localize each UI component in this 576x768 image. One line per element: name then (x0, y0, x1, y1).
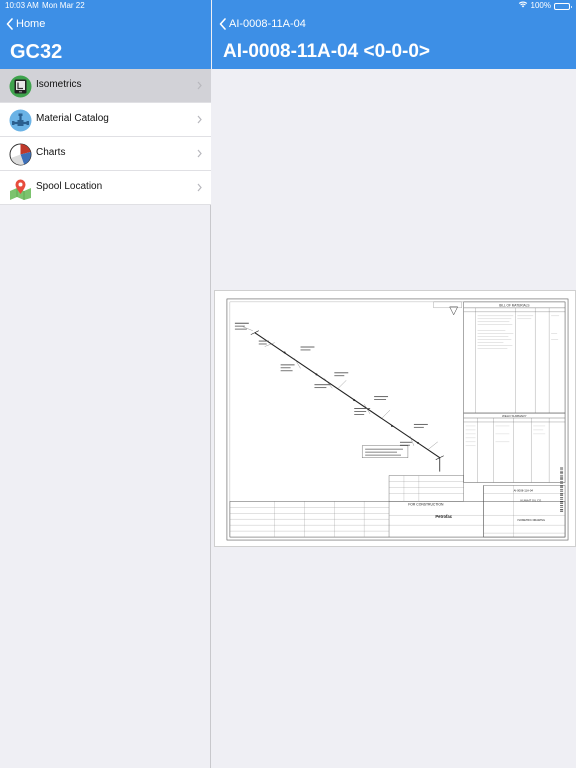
menu-item-charts[interactable]: Charts (0, 137, 211, 171)
menu-item-label: Material Catalog (36, 113, 109, 124)
detail-title: AI-0008-11A-04 <0-0-0> (223, 41, 431, 62)
wifi-icon (518, 0, 528, 12)
line-back-button[interactable]: AI-0008-11A-04 (219, 18, 306, 30)
line-back-label: AI-0008-11A-04 (229, 18, 306, 30)
weld-summary-title: WELD SUMMARY (502, 414, 527, 418)
menu-item-material-catalog[interactable]: Material Catalog (0, 103, 211, 137)
master-pane: Home GC32 Isometrics Material Catalog Ch… (0, 0, 211, 768)
home-back-button[interactable]: Home (6, 18, 45, 30)
isometric-drawing[interactable]: BILL OF MATERIALS WELD SUMMARY FOR CONST… (214, 290, 576, 547)
status-right: 100% (518, 0, 572, 12)
drawing-line-no: AI-0008-11A-04 (514, 488, 534, 492)
chevron-left-icon (219, 18, 226, 30)
chevron-right-icon (197, 81, 202, 90)
bom-title: BILL OF MATERIALS (499, 303, 529, 307)
chevron-right-icon (197, 183, 202, 192)
construction-stamp: FOR CONSTRUCTION (408, 502, 444, 506)
home-back-label: Home (16, 18, 46, 30)
company-logo-text: Petrofac (435, 514, 452, 519)
battery-icon (554, 2, 572, 10)
menu-item-label: Isometrics (36, 79, 82, 90)
menu-item-isometrics[interactable]: Isometrics (0, 69, 211, 103)
status-bar: 10:03 AM Mon Mar 22 100% (0, 0, 576, 12)
menu-item-label: Charts (36, 147, 66, 158)
battery-percent: 100% (530, 1, 551, 10)
map-pin-icon (9, 177, 32, 200)
chevron-right-icon (197, 149, 202, 158)
status-time: 10:03 AM (5, 1, 39, 10)
material-catalog-icon (9, 109, 32, 132)
menu-item-label: Spool Location (36, 181, 103, 192)
owner-name: KUWAIT OIL CO. (521, 498, 543, 502)
master-title: GC32 (10, 41, 63, 63)
chevron-right-icon (197, 115, 202, 124)
pie-chart-icon (9, 143, 32, 166)
status-date: Mon Mar 22 (42, 1, 85, 10)
isometrics-icon (9, 75, 32, 98)
menu-item-spool-location[interactable]: Spool Location (0, 171, 211, 205)
master-menu: Isometrics Material Catalog Charts Spool… (0, 69, 211, 205)
chevron-left-icon (6, 18, 13, 30)
detail-pane: AI-0008-11A-04 AI-0008-11A-04 <0-0-0> BI… (212, 0, 576, 768)
drawing-type: ISOMETRIC DRAWING (518, 518, 545, 522)
